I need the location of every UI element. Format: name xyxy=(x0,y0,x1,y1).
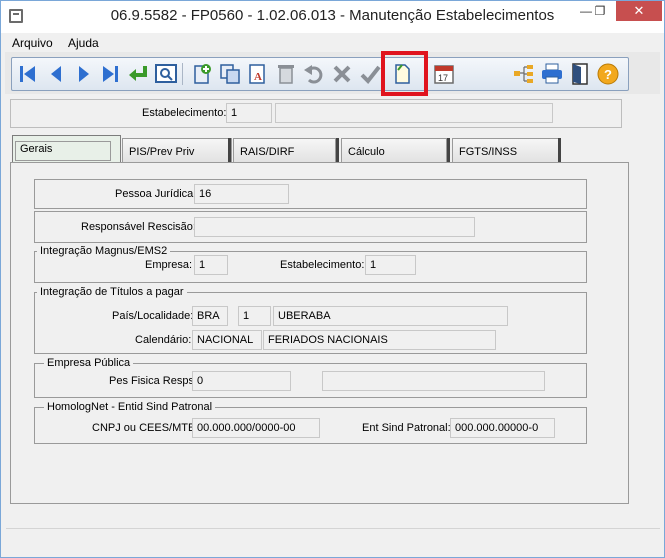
calendario-field[interactable]: NACIONAL xyxy=(192,330,262,350)
ent-sind-label: Ent Sind Patronal: xyxy=(362,422,451,434)
goto-icon[interactable] xyxy=(126,62,150,86)
responsavel-box: Responsável Rescisão: xyxy=(34,211,587,243)
estab-field[interactable]: 1 xyxy=(226,103,272,123)
tab-fgts-inss[interactable]: FGTS/INSS xyxy=(452,138,561,162)
magnus-estab-field[interactable]: 1 xyxy=(365,255,416,275)
tree-icon[interactable] xyxy=(512,62,536,86)
localidade-field[interactable]: 1 xyxy=(238,306,271,326)
integracao-titulos-title: Integração de Títulos a pagar xyxy=(37,286,187,298)
print-icon[interactable] xyxy=(540,62,564,86)
integracao-magnus-title: Integração Magnus/EMS2 xyxy=(37,245,171,257)
svg-text:17: 17 xyxy=(438,73,448,83)
main-window: 06.9.5582 - FP0560 - 1.02.06.013 - Manut… xyxy=(0,0,665,558)
responsavel-field[interactable] xyxy=(194,217,475,237)
homolognet-title: HomologNet - Entid Sind Patronal xyxy=(44,401,216,413)
cnpj-label: CNPJ ou CEES/MTE: xyxy=(92,422,199,434)
highlight-box xyxy=(381,51,428,96)
title-bar: 06.9.5582 - FP0560 - 1.02.06.013 - Manut… xyxy=(1,1,664,33)
pessoa-juridica-label: Pessoa Jurídica: xyxy=(115,188,197,200)
menu-ajuda[interactable]: Ajuda xyxy=(68,36,99,50)
pessoa-juridica-box: Pessoa Jurídica: 16 xyxy=(34,179,587,209)
menu-bar: Arquivo Ajuda xyxy=(1,33,664,53)
tab-divider xyxy=(228,138,231,162)
help-icon[interactable]: ? xyxy=(596,62,620,86)
copy-icon[interactable] xyxy=(218,62,242,86)
next-record-icon[interactable] xyxy=(72,62,96,86)
pais-localidade-label: País/Localidade: xyxy=(112,310,194,322)
empresa-label: Empresa: xyxy=(145,259,193,271)
integracao-titulos-group: Integração de Títulos a pagar País/Local… xyxy=(34,286,587,354)
tab-pis-prev-priv[interactable]: PIS/Prev Priv xyxy=(122,138,232,162)
calendario-desc-field[interactable]: FERIADOS NACIONAIS xyxy=(263,330,496,350)
empresa-publica-group: Empresa Pública Pes Fisica Resps: 0 xyxy=(34,357,587,398)
cancel-icon[interactable] xyxy=(330,62,354,86)
tab-gerais[interactable]: Gerais xyxy=(12,135,121,164)
menu-arquivo[interactable]: Arquivo xyxy=(12,36,53,50)
first-record-icon[interactable] xyxy=(16,62,40,86)
tab-divider xyxy=(336,138,339,162)
estab-name-field[interactable] xyxy=(275,103,553,123)
undo-icon[interactable] xyxy=(302,62,326,86)
tab-calculo[interactable]: Cálculo xyxy=(341,138,447,162)
responsavel-label: Responsável Rescisão: xyxy=(81,221,196,233)
calendario-label: Calendário: xyxy=(135,334,192,346)
edit-icon[interactable]: A xyxy=(246,62,270,86)
integracao-magnus-group: Integração Magnus/EMS2 Empresa: 1 Estabe… xyxy=(34,245,587,283)
empresa-publica-title: Empresa Pública xyxy=(44,357,134,369)
pais-field[interactable]: BRA xyxy=(192,306,228,326)
tab-rais-dirf[interactable]: RAIS/DIRF xyxy=(233,138,336,162)
toolbar-separator xyxy=(182,63,183,85)
previous-record-icon[interactable] xyxy=(44,62,68,86)
tab-panel-gerais: Pessoa Jurídica: 16 Responsável Rescisão… xyxy=(10,162,629,504)
header-panel: Estabelecimento: 1 xyxy=(10,99,622,128)
cidade-field[interactable]: UBERABA xyxy=(273,306,508,326)
ent-sind-field[interactable]: 000.000.00000-0 xyxy=(450,418,555,438)
calendar-icon[interactable]: 17 xyxy=(432,62,456,86)
pes-fisica-label: Pes Fisica Resps: xyxy=(109,375,198,387)
cnpj-field[interactable]: 00.000.000/0000-00 xyxy=(192,418,320,438)
pes-fisica-field[interactable]: 0 xyxy=(192,371,291,391)
exit-icon[interactable] xyxy=(568,62,592,86)
add-icon[interactable] xyxy=(190,62,214,86)
homolognet-group: HomologNet - Entid Sind Patronal CNPJ ou… xyxy=(34,401,587,444)
last-record-icon[interactable] xyxy=(98,62,122,86)
svg-text:?: ? xyxy=(604,67,612,82)
tab-divider xyxy=(558,138,561,162)
pes-fisica-name-field[interactable] xyxy=(322,371,545,391)
toolbar: A 17 ? xyxy=(11,57,629,91)
close-button[interactable]: ✕ xyxy=(616,1,662,21)
tab-divider xyxy=(447,138,450,162)
confirm-icon[interactable] xyxy=(358,62,382,86)
empresa-field[interactable]: 1 xyxy=(194,255,228,275)
svg-text:A: A xyxy=(254,71,262,83)
window-title: 06.9.5582 - FP0560 - 1.02.06.013 - Manut… xyxy=(110,7,555,24)
search-icon[interactable] xyxy=(154,62,178,86)
maximize-button[interactable]: ❐ xyxy=(586,1,614,21)
delete-icon[interactable] xyxy=(274,62,298,86)
estab-label: Estabelecimento: xyxy=(142,107,227,119)
status-bar xyxy=(6,528,660,554)
magnus-estab-label: Estabelecimento: xyxy=(280,259,365,271)
pessoa-juridica-field[interactable]: 16 xyxy=(194,184,289,204)
